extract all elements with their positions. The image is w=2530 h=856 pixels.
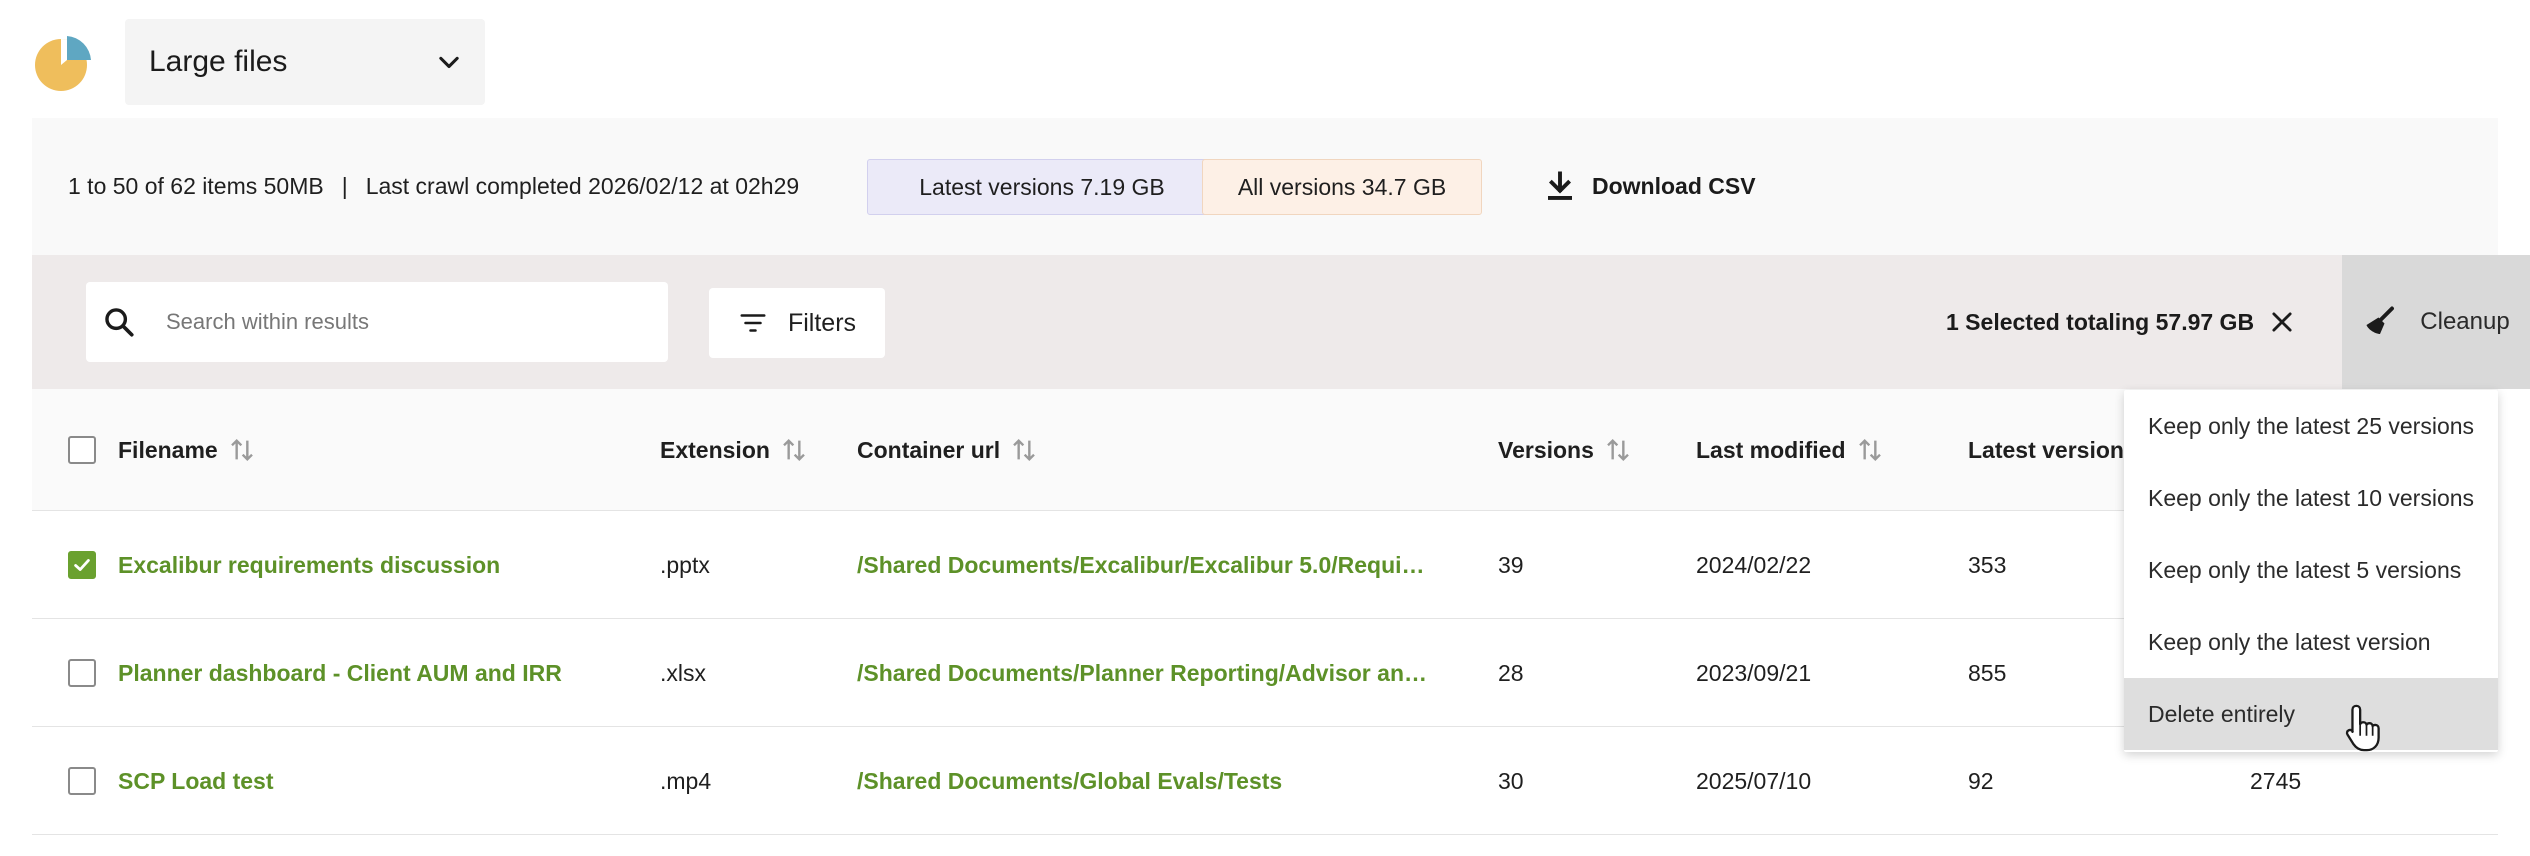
last-modified-cell: 2024/02/22 bbox=[1696, 551, 1812, 578]
last-modified-cell: 2023/09/21 bbox=[1696, 659, 1812, 686]
extension-cell: .xlsx bbox=[660, 659, 706, 686]
last-modified-cell: 2025/07/10 bbox=[1696, 767, 1812, 794]
extension-cell: .mp4 bbox=[660, 767, 712, 794]
report-type-dropdown[interactable]: Large files bbox=[125, 19, 485, 105]
container-url-link[interactable]: /Shared Documents/Planner Reporting/Advi… bbox=[857, 619, 1427, 727]
download-csv-button[interactable]: Download CSV bbox=[1542, 118, 1756, 255]
last-crawl-text: Last crawl completed 2026/02/12 at 02h29 bbox=[365, 173, 800, 199]
row-checkbox[interactable] bbox=[68, 551, 96, 579]
column-header-filename[interactable]: Filename bbox=[118, 389, 258, 511]
latest-version-cell: 92 bbox=[1968, 767, 1994, 794]
report-type-label: Large files bbox=[149, 45, 288, 78]
chevron-down-icon bbox=[439, 56, 459, 69]
menu-item-keep-latest-version[interactable]: Keep only the latest version bbox=[2124, 606, 2498, 678]
top-bar: Large files bbox=[0, 0, 2530, 118]
summary-separator: | bbox=[341, 173, 348, 199]
selection-summary: 1 Selected totaling 57.97 GB bbox=[1946, 255, 2296, 389]
container-url-link[interactable]: /Shared Documents/Global Evals/Tests bbox=[857, 727, 1427, 835]
search-icon bbox=[105, 308, 134, 337]
column-header-latest-version[interactable]: Latest version ( bbox=[1968, 389, 2138, 511]
versions-cell: 30 bbox=[1498, 767, 1524, 794]
cleanup-label: Cleanup bbox=[2420, 308, 2510, 335]
select-all-checkbox[interactable] bbox=[68, 436, 96, 464]
crawl-summary: 1 to 50 of 62 items 50MB | Last crawl co… bbox=[68, 118, 799, 255]
results-toolbar: Filters 1 Selected totaling 57.97 GB Cle… bbox=[32, 255, 2530, 389]
latest-version-cell: 855 bbox=[1968, 659, 2007, 686]
pie-chart-icon bbox=[35, 36, 91, 91]
row-checkbox[interactable] bbox=[68, 767, 96, 795]
hand-cursor-icon bbox=[2345, 704, 2380, 752]
sort-icon bbox=[230, 438, 253, 462]
column-header-extension[interactable]: Extension bbox=[660, 389, 810, 511]
filename-link[interactable]: Excalibur requirements discussion bbox=[118, 511, 500, 619]
filters-label: Filters bbox=[787, 308, 857, 337]
versions-cell: 39 bbox=[1498, 551, 1524, 578]
search-input[interactable] bbox=[166, 309, 646, 335]
column-header-versions[interactable]: Versions bbox=[1498, 389, 1634, 511]
cleanup-button[interactable]: Cleanup bbox=[2342, 255, 2530, 389]
filename-link[interactable]: SCP Load test bbox=[118, 727, 274, 835]
filter-icon bbox=[740, 314, 766, 332]
latest-versions-badge: Latest versions 7.19 GB bbox=[867, 159, 1217, 215]
menu-item-delete-entirely[interactable]: Delete entirely bbox=[2124, 678, 2498, 750]
column-header-last-modified[interactable]: Last modified bbox=[1696, 389, 1886, 511]
clear-selection-icon[interactable] bbox=[2268, 308, 2296, 336]
selected-total-text: 1 Selected totaling 57.97 GB bbox=[1946, 308, 2255, 335]
container-url-link[interactable]: /Shared Documents/Excalibur/Excalibur 5.… bbox=[857, 511, 1427, 619]
sort-icon bbox=[1013, 438, 1035, 462]
summary-bar: 1 to 50 of 62 items 50MB | Last crawl co… bbox=[32, 118, 2498, 255]
latest-version-cell: 353 bbox=[1968, 551, 2007, 578]
row-checkbox[interactable] bbox=[68, 659, 96, 687]
checkmark-icon bbox=[74, 559, 90, 571]
cleanup-menu: Keep only the latest 25 versions Keep on… bbox=[2124, 390, 2498, 752]
download-csv-label: Download CSV bbox=[1592, 173, 1756, 199]
menu-item-keep-latest-25[interactable]: Keep only the latest 25 versions bbox=[2124, 390, 2498, 462]
menu-item-keep-latest-5[interactable]: Keep only the latest 5 versions bbox=[2124, 534, 2498, 606]
sort-icon bbox=[783, 438, 805, 462]
filename-link[interactable]: Planner dashboard - Client AUM and IRR bbox=[118, 619, 562, 727]
download-icon bbox=[1548, 171, 1572, 200]
filters-button[interactable]: Filters bbox=[709, 288, 885, 358]
broom-icon bbox=[2366, 306, 2395, 334]
extension-cell: .pptx bbox=[660, 551, 710, 578]
sort-icon bbox=[1858, 438, 1881, 462]
versions-cell: 28 bbox=[1498, 659, 1524, 686]
items-range-text: 1 to 50 of 62 items 50MB bbox=[68, 173, 324, 199]
all-versions-badge: All versions 34.7 GB bbox=[1202, 159, 1482, 215]
search-box bbox=[86, 282, 668, 362]
column-header-container-url[interactable]: Container url bbox=[857, 389, 1040, 511]
menu-item-keep-latest-10[interactable]: Keep only the latest 10 versions bbox=[2124, 462, 2498, 534]
sort-icon bbox=[1607, 438, 1629, 462]
